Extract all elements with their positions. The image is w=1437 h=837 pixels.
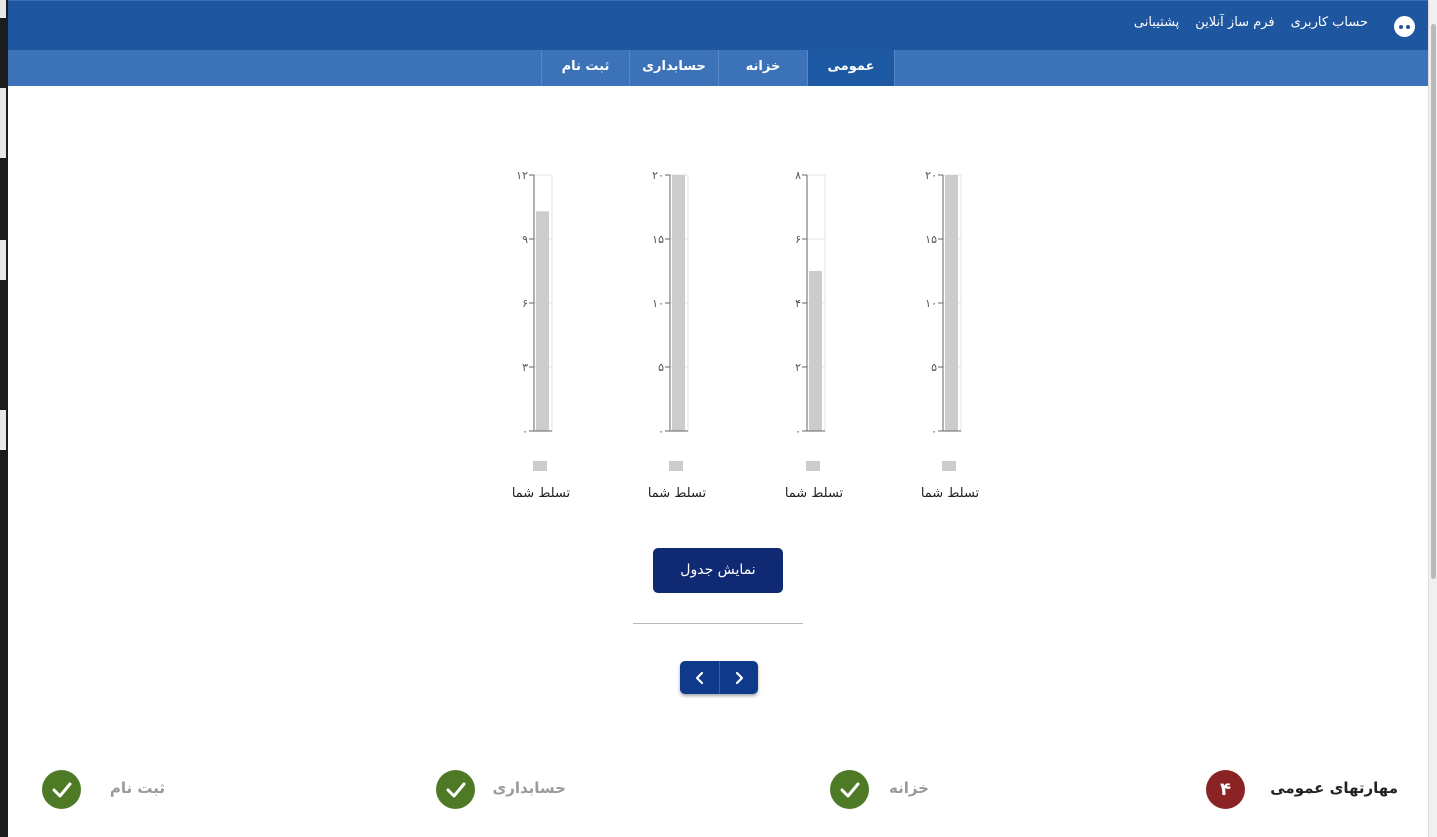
user-face-icon[interactable]: [1394, 16, 1415, 37]
legend-swatch: [942, 461, 956, 471]
bar[interactable]: [809, 271, 822, 431]
skill-chart-4: ۰ ۳ ۶ ۹ ۱۲ تسلط شما: [479, 160, 619, 510]
pager: [680, 661, 758, 694]
y-tick-label: ۱۰: [925, 297, 937, 310]
y-tick-label: ۹: [522, 233, 528, 246]
account-link[interactable]: حساب کاربری: [1291, 15, 1368, 30]
step-label-general: مهارتهای عمومی: [1270, 779, 1398, 797]
y-tick-label: ۱۵: [925, 233, 937, 246]
form-builder-link[interactable]: فرم ساز آنلاین: [1195, 15, 1274, 30]
support-link[interactable]: پشتیبانی: [1134, 15, 1179, 30]
y-tick-label: ۴: [795, 297, 801, 310]
bar[interactable]: [672, 175, 685, 431]
header-links: حساب کاربری فرم ساز آنلاین پشتیبانی: [1134, 15, 1368, 30]
y-tick-label: ۰: [522, 425, 528, 438]
divider: [633, 623, 803, 624]
tab-treasury[interactable]: خزانه: [718, 50, 807, 86]
main-nav: عمومی خزانه حسابداری ثبت نام: [8, 50, 1428, 86]
y-tick-label: ۱۰: [652, 297, 664, 310]
tab-general[interactable]: عمومی: [807, 50, 895, 86]
y-tick-label: ۵: [931, 361, 937, 374]
step-label-registration: ثبت نام: [109, 779, 165, 797]
desktop-edge: [0, 0, 8, 837]
skill-chart-2: ۰ ۲ ۴ ۶ ۸ تسلط شما: [752, 160, 892, 510]
chart-svg: ۰ ۲ ۴ ۶ ۸: [795, 169, 826, 438]
y-tick-label: ۸: [795, 169, 801, 182]
browser-viewport: حساب کاربری فرم ساز آنلاین پشتیبانی عموم…: [8, 0, 1428, 837]
y-tick-label: ۰: [931, 425, 937, 438]
y-tick-label: ۰: [795, 425, 801, 438]
legend-swatch: [533, 461, 547, 471]
page-scrollbar[interactable]: [1428, 0, 1437, 837]
y-tick-label: ۱۵: [652, 233, 664, 246]
y-tick-label: ۰: [658, 425, 664, 438]
show-table-button[interactable]: نمایش جدول: [653, 548, 783, 593]
top-header: حساب کاربری فرم ساز آنلاین پشتیبانی: [8, 0, 1428, 50]
chart-svg: ۰ ۳ ۶ ۹ ۱۲: [516, 169, 553, 438]
y-tick-label: ۳: [522, 361, 528, 374]
skill-chart-1: ۰ ۵ ۱۰ ۱۵ ۲۰ تسلط شما: [888, 160, 1028, 510]
step-label-treasury: خزانه: [888, 779, 929, 797]
chart-svg: ۰ ۵ ۱۰ ۱۵ ۲۰: [652, 169, 689, 438]
y-tick-label: ۵: [658, 361, 664, 374]
y-tick-label: ۲: [795, 361, 801, 374]
chart-svg: ۰ ۵ ۱۰ ۱۵ ۲۰: [925, 169, 962, 438]
bar[interactable]: [536, 211, 549, 431]
tab-accounting[interactable]: حسابداری: [629, 50, 718, 86]
y-tick-label: ۱۲: [516, 169, 528, 182]
legend-swatch: [669, 461, 683, 471]
check-icon: [830, 770, 869, 809]
bar[interactable]: [945, 175, 958, 431]
check-icon: [42, 770, 81, 809]
check-icon: [436, 770, 475, 809]
legend-label: تسلط شما: [647, 486, 707, 501]
step-number-badge: ۴: [1206, 770, 1245, 809]
tab-registration[interactable]: ثبت نام: [541, 50, 629, 86]
legend-swatch: [806, 461, 820, 471]
step-label-accounting: حسابداری: [492, 779, 566, 797]
y-tick-label: ۲۰: [925, 169, 937, 182]
y-tick-label: ۶: [522, 297, 528, 310]
chevron-right-icon[interactable]: [719, 661, 758, 694]
skill-chart-3: ۰ ۵ ۱۰ ۱۵ ۲۰ تسلط شما: [615, 160, 755, 510]
legend-label: تسلط شما: [511, 486, 571, 501]
scrollbar-thumb[interactable]: [1431, 24, 1436, 579]
legend-label: تسلط شما: [784, 486, 844, 501]
legend-label: تسلط شما: [920, 486, 980, 501]
y-tick-label: ۶: [795, 233, 801, 246]
chevron-left-icon[interactable]: [680, 661, 719, 694]
y-tick-label: ۲۰: [652, 169, 664, 182]
